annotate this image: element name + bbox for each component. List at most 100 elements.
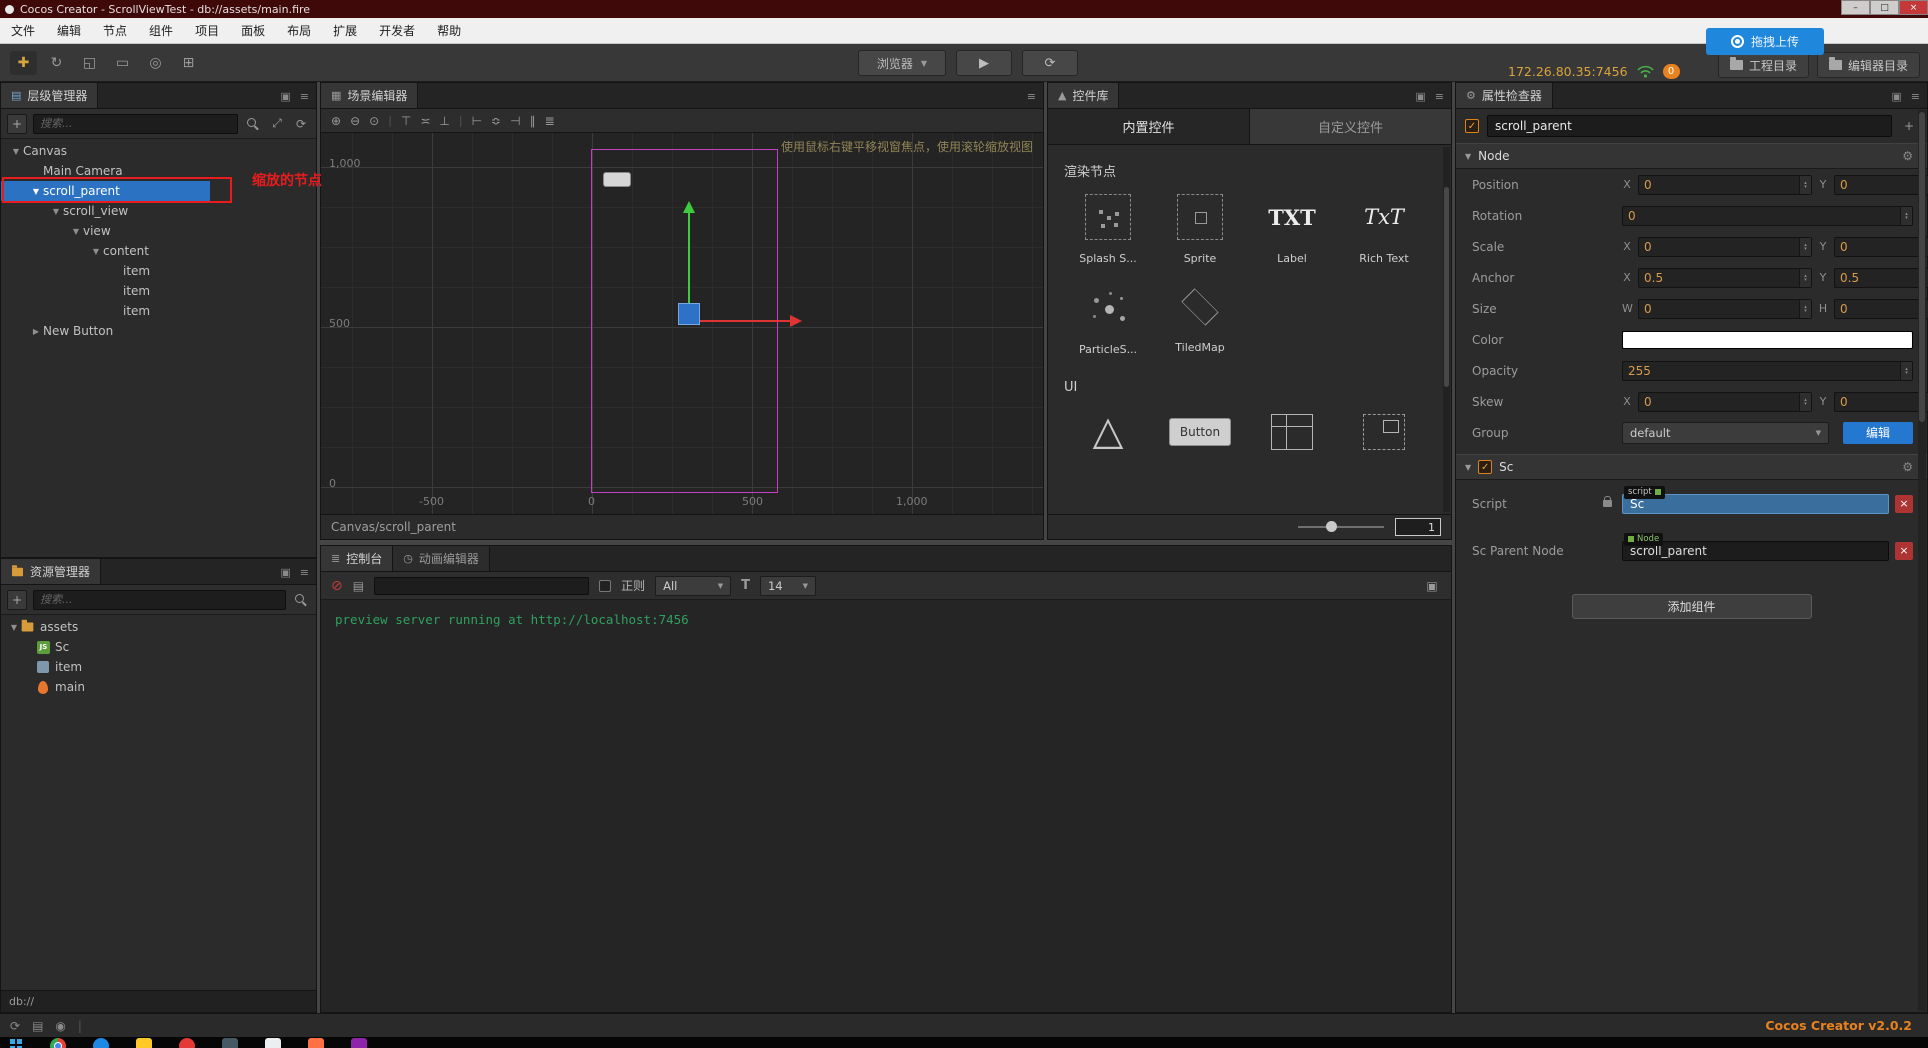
menu-developer[interactable]: 开发者 [368,18,426,43]
menu-help[interactable]: 帮助 [426,18,472,43]
widget-label-node[interactable]: TXT Label [1246,194,1338,266]
menu-layout[interactable]: 布局 [276,18,322,43]
scene-canvas[interactable]: 1,000 500 0 -500 0 500 1,000 使用鼠标右键平移视窗焦… [321,133,1043,514]
menu-extension[interactable]: 扩展 [322,18,368,43]
widget-library-scrollbar[interactable] [1443,147,1450,512]
panel-menu-icon[interactable]: ≡ [300,566,309,579]
expand-arrow-icon[interactable]: ▶ [29,327,43,336]
gizmo-x-arrow-icon[interactable] [790,315,802,327]
tab-console[interactable]: ≣ 控制台 [321,546,394,571]
gizmo-anchor-handle[interactable] [678,303,700,325]
stepper[interactable] [1900,361,1912,380]
search-icon[interactable] [244,117,262,131]
panel-menu-icon[interactable]: ≡ [1027,90,1036,103]
align-left-icon[interactable]: ⊢ [472,114,482,128]
start-button[interactable] [10,1039,23,1048]
scrollbar-thumb[interactable] [1919,112,1925,422]
widget-widget[interactable] [1338,409,1430,455]
stepper[interactable] [1799,392,1811,411]
taskbar-app-icon[interactable] [265,1038,281,1048]
distribute-h-icon[interactable]: ∥ [530,114,536,128]
clear-console-icon[interactable]: ⊘ [331,578,343,594]
inspector-scrollbar[interactable] [1918,110,1926,1011]
notification-badge[interactable]: 0 [1662,63,1680,79]
node-section-header[interactable]: ▼ Node ⚙ [1456,143,1927,169]
rotate-tool-icon[interactable]: ↻ [43,51,70,75]
align-right-icon[interactable]: ⊣ [510,114,520,128]
widget-particle-system[interactable]: ParticleS... [1062,285,1154,356]
skew-x-input[interactable] [1639,394,1799,409]
create-node-button[interactable]: + [7,113,27,134]
gear-icon[interactable]: ⚙ [1902,460,1913,474]
pivot-tool-icon[interactable]: ◎ [142,51,169,75]
taskbar-folder-icon[interactable] [136,1038,152,1048]
menu-project[interactable]: 项目 [184,18,230,43]
asset-script-sc[interactable]: JS Sc [1,637,316,657]
float-panel-icon[interactable]: ▣ [280,566,290,579]
drag-upload-button[interactable]: 拖拽上传 [1706,28,1824,55]
expand-arrow-icon[interactable]: ▼ [9,147,23,156]
color-swatch[interactable] [1622,330,1913,349]
tab-custom-widgets[interactable]: 自定义控件 [1249,109,1451,144]
slider-track[interactable] [1298,521,1384,532]
taskbar-app-icon[interactable] [179,1038,195,1048]
node-name-input[interactable] [1487,115,1892,137]
expand-arrow-icon[interactable]: ▼ [89,247,103,256]
stepper[interactable] [1799,175,1811,194]
script-section-header[interactable]: ▼ ✓ Sc ⚙ [1456,454,1927,480]
anchor-y-input[interactable] [1835,270,1928,285]
rect-tool-icon[interactable]: ▭ [109,51,136,75]
expand-all-icon[interactable]: ⤢ [268,116,286,131]
export-log-icon[interactable]: ▤ [353,579,364,593]
project-dir-button[interactable]: 工程目录 [1717,52,1809,78]
tab-scene[interactable]: ▦ 场景编辑器 [321,83,419,108]
list-icon[interactable]: ▤ [32,1019,43,1033]
taskbar-app-icon[interactable] [93,1038,109,1048]
expand-arrow-icon[interactable]: ▼ [49,207,63,216]
grid-tool-icon[interactable]: ⊞ [175,51,202,75]
gizmo-x-axis[interactable] [700,320,790,322]
component-enabled-checkbox[interactable]: ✓ [1478,460,1493,474]
asset-folder-assets[interactable]: ▼ assets [1,617,316,637]
panel-menu-icon[interactable]: ≡ [1435,90,1444,103]
gear-icon[interactable]: ⚙ [1902,149,1913,163]
stepper[interactable] [1799,237,1811,256]
widget-button[interactable]: Button [1154,409,1246,455]
align-hcenter-icon[interactable]: ≎ [491,114,501,128]
editor-dir-button[interactable]: 编辑器目录 [1816,52,1920,78]
gizmo-y-arrow-icon[interactable] [683,201,695,213]
expand-arrow-icon[interactable]: ▼ [69,227,83,236]
create-asset-button[interactable]: + [7,589,27,610]
remove-reference-button[interactable]: × [1895,541,1913,560]
scale-y-input[interactable] [1835,239,1928,254]
tab-inspector[interactable]: ⚙ 属性检查器 [1456,83,1553,108]
reload-icon[interactable]: ⟳ [10,1019,20,1033]
align-vcenter-icon[interactable]: ≍ [420,114,430,128]
taskbar-app-icon[interactable] [222,1038,238,1048]
collapse-arrow-icon[interactable]: ▼ [1465,463,1471,472]
menu-node[interactable]: 节点 [92,18,138,43]
taskbar-browser-icon[interactable] [50,1038,66,1048]
refresh-icon[interactable]: ⟳ [292,117,310,131]
browser-select[interactable]: 浏览器 ▼ [858,50,946,76]
rotation-input[interactable] [1623,208,1900,223]
size-w-input[interactable] [1639,301,1799,316]
widget-splash-sprite[interactable]: Splash S... [1062,194,1154,265]
zoom-value-input[interactable] [1395,518,1441,536]
hierarchy-search-input[interactable] [33,113,238,134]
gizmo-y-axis[interactable] [688,213,690,313]
add-component-button[interactable]: 添加组件 [1571,594,1812,619]
collapse-arrow-icon[interactable]: ▼ [1465,152,1471,161]
menu-edit[interactable]: 编辑 [46,18,92,43]
float-panel-icon[interactable]: ▣ [280,90,290,103]
panel-menu-icon[interactable]: ≡ [1911,90,1920,103]
panel-menu-icon[interactable]: ≡ [300,90,309,103]
play-button[interactable]: ▶ [956,50,1012,76]
anchor-x-input[interactable] [1639,270,1799,285]
widget-layout[interactable] [1246,409,1338,455]
add-icon[interactable]: + [1900,119,1918,133]
popout-console-icon[interactable]: ▣ [1423,579,1441,593]
stepper[interactable] [1799,268,1811,287]
widget-sprite[interactable]: Sprite [1154,194,1246,265]
regex-checkbox[interactable] [599,579,612,592]
